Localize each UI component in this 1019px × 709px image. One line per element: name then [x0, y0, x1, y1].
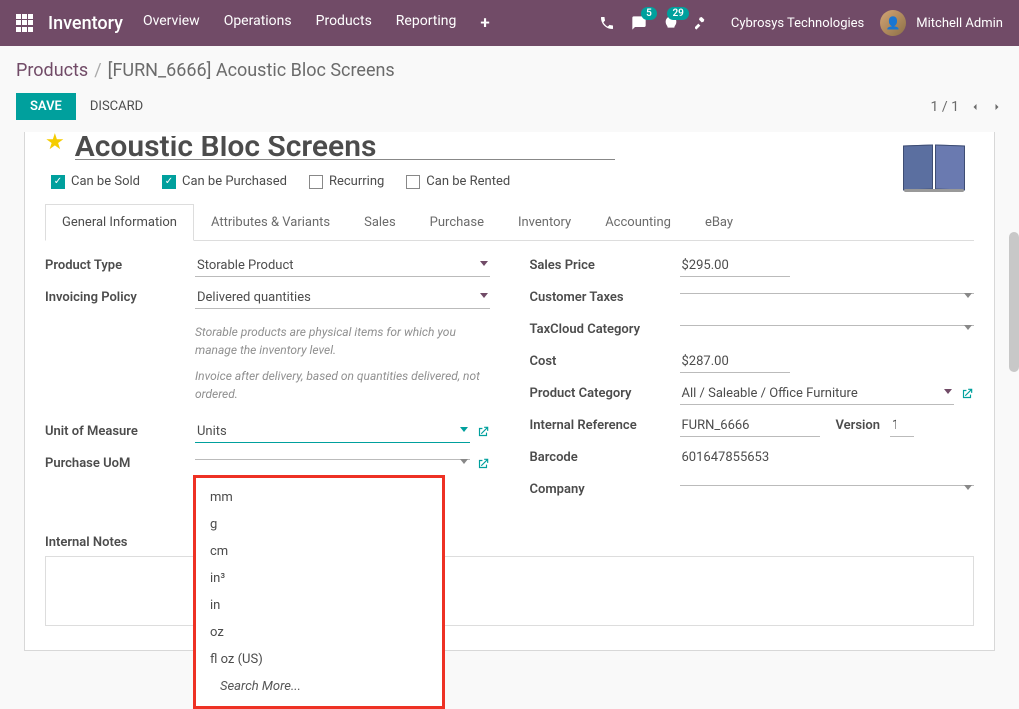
chat-icon[interactable]: 5 [631, 15, 647, 31]
invoicing-policy-select[interactable]: Delivered quantities [195, 287, 490, 309]
customer-taxes-label: Customer Taxes [530, 287, 680, 305]
uom-option-cm[interactable]: cm [196, 538, 442, 565]
tab-accounting[interactable]: Accounting [588, 204, 688, 241]
app-name[interactable]: Inventory [48, 13, 123, 34]
company-label: Company [530, 479, 680, 497]
sales-price-label: Sales Price [530, 255, 680, 273]
uom-option-oz[interactable]: oz [196, 619, 442, 646]
uom-search-more[interactable]: Search More... [196, 673, 442, 700]
tab-inventory[interactable]: Inventory [501, 204, 588, 241]
purchase-uom-select[interactable] [195, 453, 470, 460]
purchase-uom-external-link-icon[interactable] [476, 457, 490, 471]
help-invoice: Invoice after delivery, based on quantit… [195, 367, 490, 403]
breadcrumb-sep: / [94, 60, 101, 81]
tab-general-information[interactable]: General Information [45, 204, 194, 241]
barcode-input[interactable] [680, 447, 830, 468]
tab-attributes-variants[interactable]: Attributes & Variants [194, 204, 347, 241]
category-external-link-icon[interactable] [960, 387, 974, 401]
pager-prev-icon[interactable] [969, 101, 981, 113]
nav-overview[interactable]: Overview [143, 13, 200, 33]
tab-purchase[interactable]: Purchase [413, 204, 501, 241]
purchase-uom-label: Purchase UoM [45, 453, 195, 471]
discard-button[interactable]: DISCARD [90, 99, 143, 114]
cost-input[interactable] [680, 351, 790, 373]
activity-badge: 29 [667, 7, 688, 20]
nav-operations[interactable]: Operations [224, 13, 292, 33]
internal-ref-input[interactable] [680, 415, 820, 437]
product-image[interactable] [894, 132, 974, 190]
purchase-uom-dropdown: mm g cm in³ in oz fl oz (US) Search More… [193, 475, 445, 709]
chat-badge: 5 [641, 7, 657, 20]
taxcloud-label: TaxCloud Category [530, 319, 680, 337]
version-label: Version [836, 418, 881, 433]
sales-price-input[interactable] [680, 255, 790, 277]
uom-option-floz[interactable]: fl oz (US) [196, 646, 442, 673]
favorite-star-icon[interactable]: ★ [45, 132, 65, 154]
product-category-select[interactable]: All / Saleable / Office Furniture [680, 383, 955, 405]
pager-next-icon[interactable] [991, 101, 1003, 113]
product-name-input[interactable] [75, 136, 615, 160]
taxcloud-select[interactable] [680, 319, 975, 326]
uom-option-mm[interactable]: mm [196, 484, 442, 511]
uom-select[interactable]: Units [195, 421, 470, 443]
cost-label: Cost [530, 351, 680, 369]
phone-icon[interactable] [599, 15, 615, 31]
save-button[interactable]: SAVE [16, 93, 76, 120]
activity-icon[interactable]: 29 [663, 15, 679, 31]
uom-label: Unit of Measure [45, 421, 195, 439]
uom-option-in[interactable]: in [196, 592, 442, 619]
product-type-label: Product Type [45, 255, 195, 273]
uom-external-link-icon[interactable] [476, 425, 490, 439]
pager-text: 1 / 1 [931, 99, 959, 115]
tab-ebay[interactable]: eBay [688, 204, 750, 241]
uom-option-in3[interactable]: in³ [196, 565, 442, 592]
internal-notes-label: Internal Notes [45, 535, 974, 550]
internal-ref-label: Internal Reference [530, 415, 680, 433]
recurring-checkbox[interactable]: Recurring [309, 174, 384, 189]
apps-launcher-icon[interactable] [16, 14, 34, 32]
user-menu[interactable]: 👤 Mitchell Admin [880, 10, 1003, 36]
nav-links: Overview Operations Products Reporting + [143, 13, 490, 33]
breadcrumb: Products / [FURN_6666] Acoustic Bloc Scr… [0, 46, 1019, 87]
help-storable: Storable products are physical items for… [195, 323, 490, 359]
nav-reporting[interactable]: Reporting [396, 13, 457, 33]
user-name: Mitchell Admin [916, 16, 1003, 31]
nav-plus-icon[interactable]: + [480, 13, 489, 33]
can-be-rented-checkbox[interactable]: Can be Rented [406, 174, 510, 189]
company-switcher[interactable]: Cybrosys Technologies [731, 16, 864, 31]
can-be-sold-checkbox[interactable]: ✓Can be Sold [51, 174, 140, 189]
tabs: General Information Attributes & Variant… [45, 203, 974, 241]
tab-sales[interactable]: Sales [347, 204, 413, 241]
breadcrumb-parent[interactable]: Products [16, 60, 88, 81]
uom-option-g[interactable]: g [196, 511, 442, 538]
product-type-select[interactable]: Storable Product [195, 255, 490, 277]
product-category-label: Product Category [530, 383, 680, 401]
nav-products[interactable]: Products [316, 13, 372, 33]
barcode-label: Barcode [530, 447, 680, 465]
customer-taxes-select[interactable] [680, 287, 975, 294]
avatar: 👤 [880, 10, 906, 36]
internal-notes-input[interactable] [45, 556, 974, 626]
tools-icon[interactable] [695, 15, 711, 31]
can-be-purchased-checkbox[interactable]: ✓Can be Purchased [162, 174, 287, 189]
invoicing-policy-label: Invoicing Policy [45, 287, 195, 305]
breadcrumb-current: [FURN_6666] Acoustic Bloc Screens [108, 60, 395, 81]
company-select[interactable] [680, 479, 975, 486]
version-input[interactable] [890, 415, 914, 437]
scrollbar[interactable] [1009, 232, 1019, 372]
